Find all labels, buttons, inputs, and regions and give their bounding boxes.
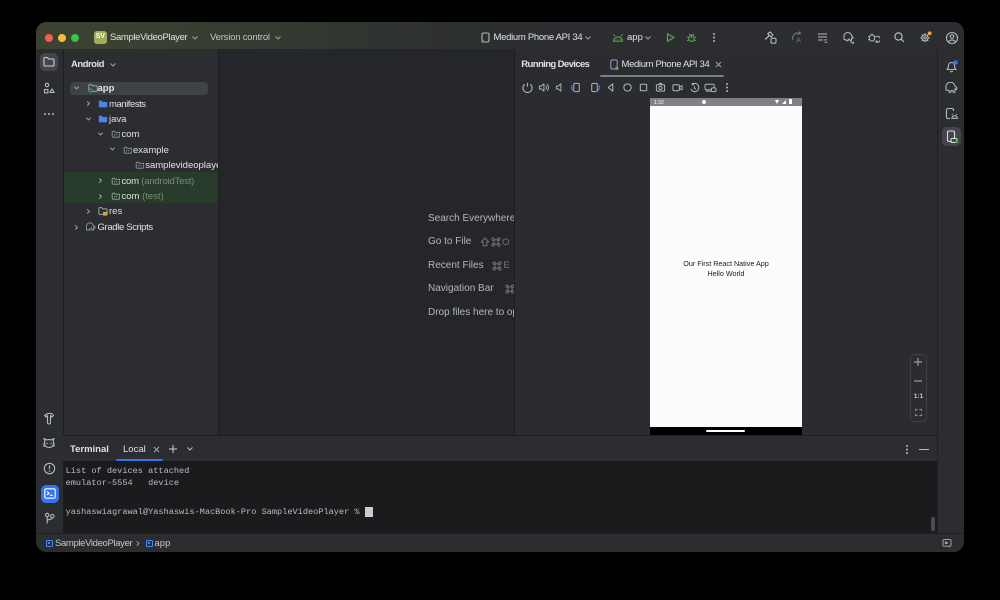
svg-text:s: s xyxy=(824,38,828,44)
svg-text:A: A xyxy=(796,36,801,45)
